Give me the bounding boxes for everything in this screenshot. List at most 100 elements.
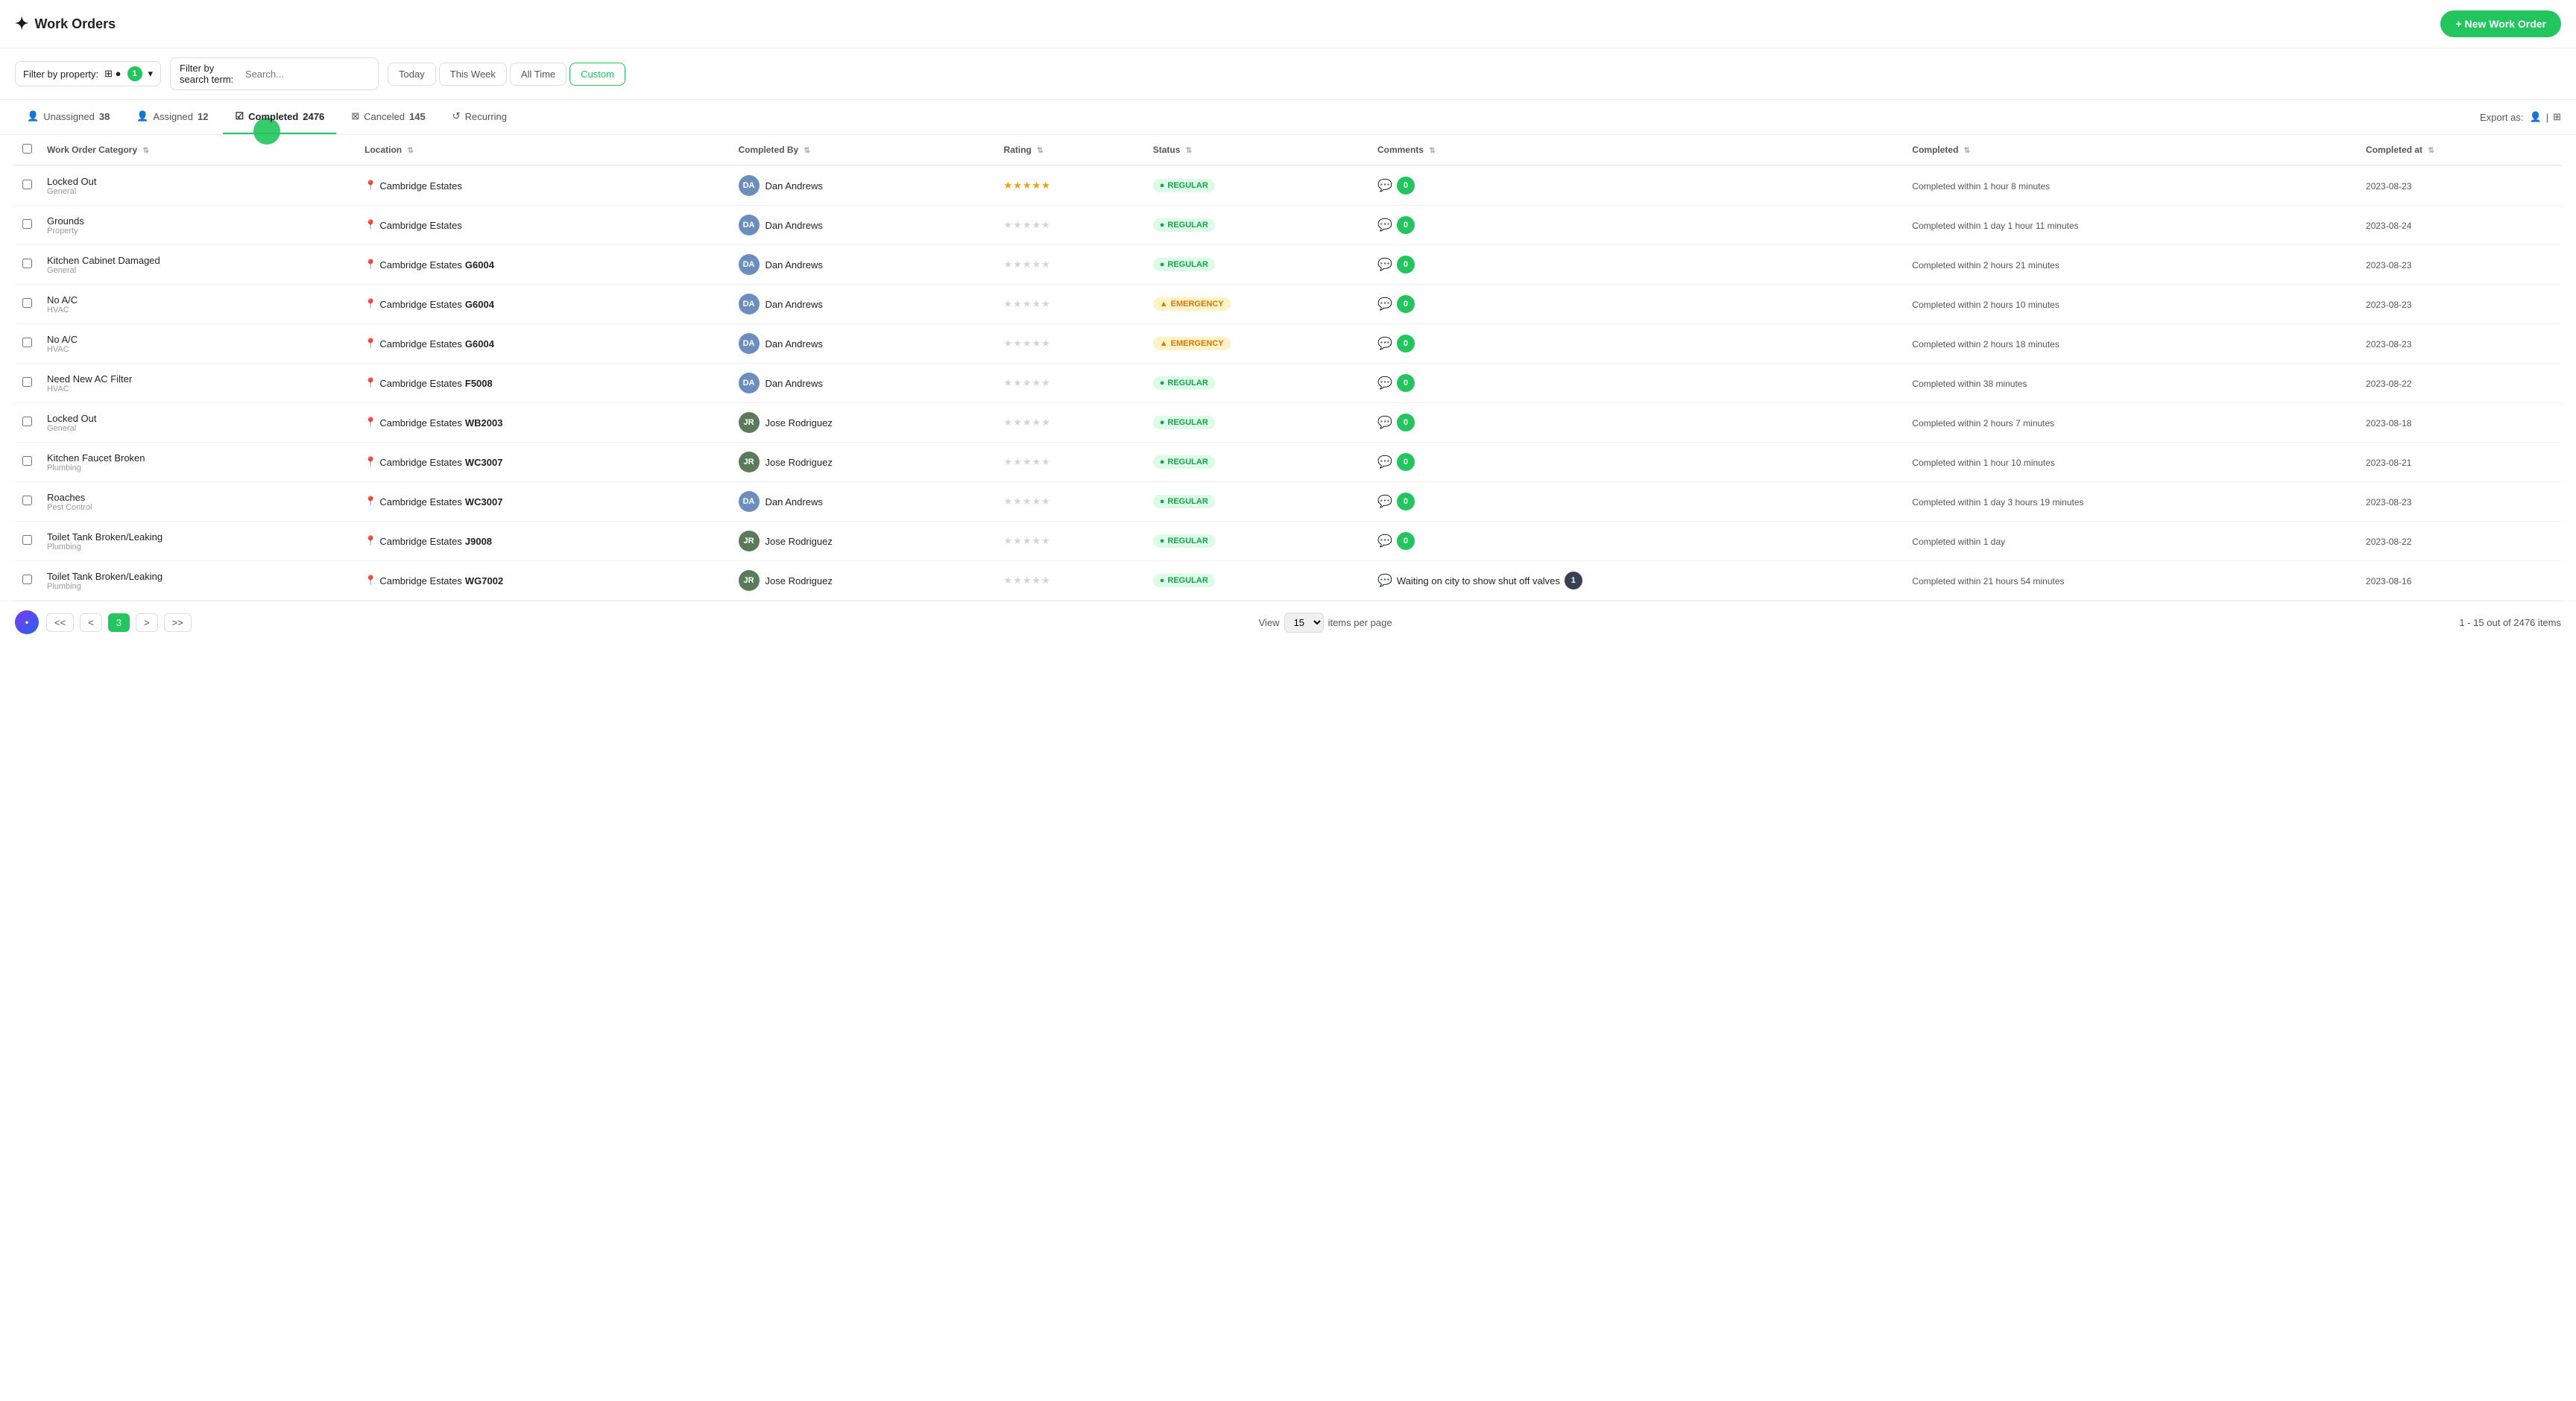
completed-at-date: 2023-08-22 (2366, 537, 2411, 547)
star-2: ★ (1013, 417, 1022, 428)
location-unit: WC3007 (465, 457, 503, 468)
completed-by-cell: JRJose Rodriguez (731, 522, 997, 561)
status-badge: ●REGULAR (1153, 574, 1215, 587)
sort-icon-rating[interactable]: ⇅ (1037, 147, 1043, 155)
location-cell: 📍Cambridge EstatesF5008 (357, 364, 730, 403)
comments-cell: 💬0 (1370, 165, 1904, 206)
category-name: Kitchen Cabinet Damaged (47, 255, 350, 266)
col-category: Work Order Category ⇅ (40, 135, 357, 165)
category-sub: Plumbing (47, 543, 350, 551)
location-cell: 📍Cambridge EstatesJ9008 (357, 522, 730, 561)
status-badge: ●REGULAR (1153, 416, 1215, 429)
completed-duration-cell: Completed within 2 hours 18 minutes (1904, 324, 2358, 364)
this-week-filter-button[interactable]: This Week (439, 63, 507, 86)
row-checkbox[interactable] (22, 180, 32, 189)
completed-at-date: 2023-08-18 (2366, 418, 2411, 428)
sort-icon-status[interactable]: ⇅ (1186, 147, 1192, 155)
filter-bar: Filter by property: ⊞ ● 1 ▾ Filter by se… (0, 48, 2576, 100)
prev-prev-page-button[interactable]: << (46, 613, 74, 632)
stars-row: ★★★★★ (1004, 338, 1138, 350)
star-2: ★ (1013, 259, 1022, 271)
category-name: Locked Out (47, 176, 350, 187)
sort-icon-completed-by[interactable]: ⇅ (804, 147, 810, 155)
row-checkbox[interactable] (22, 456, 32, 466)
tab-assigned[interactable]: 👤 Assigned 12 (124, 100, 220, 134)
star-2: ★ (1013, 496, 1022, 507)
assignee-name: Dan Andrews (765, 496, 823, 507)
custom-filter-button[interactable]: Custom (569, 63, 625, 86)
row-checkbox[interactable] (22, 259, 32, 268)
page-3-button[interactable]: 3 (108, 613, 130, 632)
comment-count-badge: 0 (1397, 453, 1415, 471)
refresh-icon: ↺ (452, 110, 461, 122)
comment-icon: 💬 (1377, 178, 1392, 193)
tab-recurring-label: Recurring (465, 111, 507, 122)
completed-at-cell: 2023-08-23 (2358, 482, 2561, 522)
row-checkbox[interactable] (22, 298, 32, 308)
completed-duration-cell: Completed within 1 day 1 hour 11 minutes (1904, 206, 2358, 245)
status-badge: ●REGULAR (1153, 258, 1215, 271)
row-checkbox[interactable] (22, 535, 32, 545)
completed-duration: Completed within 1 day 3 hours 19 minute… (1912, 497, 2083, 507)
star-3: ★ (1023, 259, 1032, 271)
all-time-filter-button[interactable]: All Time (510, 63, 566, 86)
filter-property-dropdown[interactable]: Filter by property: ⊞ ● 1 ▾ (15, 61, 161, 86)
row-checkbox[interactable] (22, 338, 32, 347)
sort-icon-completed-at[interactable]: ⇅ (2428, 147, 2434, 155)
row-checkbox[interactable] (22, 575, 32, 584)
select-all-header[interactable] (15, 135, 40, 165)
comment-count-badge: 0 (1397, 335, 1415, 352)
sort-icon-category[interactable]: ⇅ (143, 147, 149, 155)
location-pin-icon: 📍 (364, 377, 376, 389)
star-5: ★ (1041, 575, 1050, 586)
new-work-order-button[interactable]: + New Work Order (2440, 10, 2561, 37)
completed-by-cell: JRJose Rodriguez (731, 443, 997, 482)
sort-icon-comments[interactable]: ⇅ (1429, 147, 1435, 155)
tab-completed[interactable]: ☑ Completed 2476 (223, 100, 336, 134)
stars-row: ★★★★★ (1004, 456, 1138, 468)
sort-icon-location[interactable]: ⇅ (407, 147, 413, 155)
sort-icon-completed[interactable]: ⇅ (1964, 147, 1970, 155)
search-input[interactable] (245, 69, 369, 80)
col-completed: Completed ⇅ (1904, 135, 2358, 165)
completed-at-cell: 2023-08-23 (2358, 245, 2561, 285)
today-filter-button[interactable]: Today (388, 63, 436, 86)
tab-canceled[interactable]: ⊠ Canceled 145 (339, 100, 438, 134)
comment-count-badge: 0 (1397, 256, 1415, 273)
avatar: DA (739, 254, 760, 275)
select-all-checkbox[interactable] (22, 144, 32, 154)
row-checkbox[interactable] (22, 377, 32, 387)
completed-at-cell: 2023-08-22 (2358, 522, 2561, 561)
tab-recurring[interactable]: ↺ Recurring (441, 100, 519, 134)
category-cell: Toilet Tank Broken/LeakingPlumbing (40, 561, 357, 601)
star-5: ★ (1041, 456, 1050, 468)
location-pin-icon: 📍 (364, 456, 376, 468)
rating-cell: ★★★★★ (997, 285, 1146, 324)
comment-count-badge: 0 (1397, 493, 1415, 510)
rating-cell: ★★★★★ (997, 403, 1146, 443)
status-badge: ●REGULAR (1153, 218, 1215, 232)
tab-unassigned[interactable]: 👤 Unassigned 38 (15, 100, 121, 134)
status-badge: ●REGULAR (1153, 534, 1215, 548)
category-cell: GroundsProperty (40, 206, 357, 245)
row-checkbox[interactable] (22, 219, 32, 229)
row-checkbox[interactable] (22, 417, 32, 426)
items-per-page-select[interactable]: 15 25 50 (1284, 613, 1324, 633)
star-3: ★ (1023, 298, 1032, 310)
next-page-button[interactable]: > (136, 613, 158, 632)
avatar: JR (739, 412, 760, 433)
view-label: View (1259, 617, 1280, 628)
row-checkbox[interactable] (22, 496, 32, 505)
completed-by-cell: JRJose Rodriguez (731, 403, 997, 443)
prev-page-button[interactable]: < (80, 613, 102, 632)
export-grid-icon[interactable]: ⊞ (2553, 111, 2561, 123)
tab-canceled-count: 145 (409, 111, 426, 122)
star-3: ★ (1023, 219, 1032, 231)
next-next-page-button[interactable]: >> (164, 613, 192, 632)
category-name: Kitchen Faucet Broken (47, 452, 350, 464)
check-icon: ☑ (235, 110, 244, 122)
location-cell: 📍Cambridge EstatesWC3007 (357, 443, 730, 482)
export-csv-icon[interactable]: 👤 (2530, 111, 2542, 123)
comments-cell: 💬0 (1370, 443, 1904, 482)
completed-at-date: 2023-08-23 (2366, 260, 2411, 271)
